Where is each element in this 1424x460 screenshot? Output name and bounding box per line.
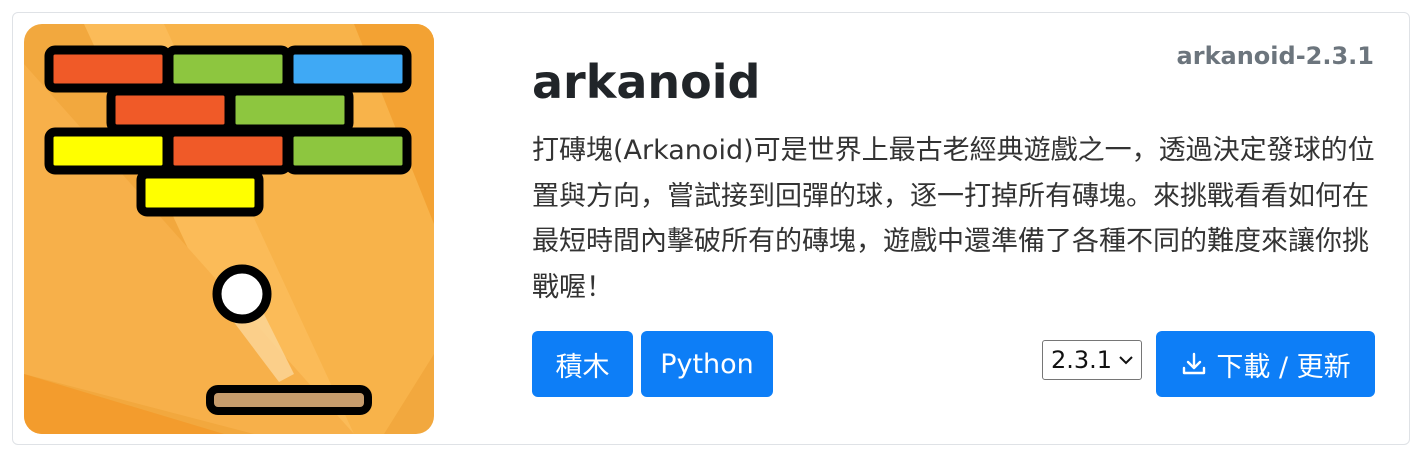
tag-button-python[interactable]: Python (641, 331, 773, 397)
package-title: arkanoid (532, 55, 761, 109)
arkanoid-game-illustration (24, 24, 434, 434)
download-icon (1183, 352, 1206, 375)
chevron-down-icon (1119, 356, 1133, 365)
version-tag: arkanoid-2.3.1 (1176, 42, 1374, 70)
version-select[interactable]: 2.3.1 (1042, 340, 1142, 380)
package-description: 打磚塊(Arkanoid)可是世界上最古老經典遊戲之一，透過決定發球的位置與方向… (532, 135, 1375, 303)
version-select-value: 2.3.1 (1051, 346, 1113, 374)
download-button-label: 下載 / 更新 (1216, 351, 1351, 383)
tag-button-blocks[interactable]: 積木 (532, 331, 633, 397)
download-update-button[interactable]: 下載 / 更新 (1156, 331, 1375, 397)
